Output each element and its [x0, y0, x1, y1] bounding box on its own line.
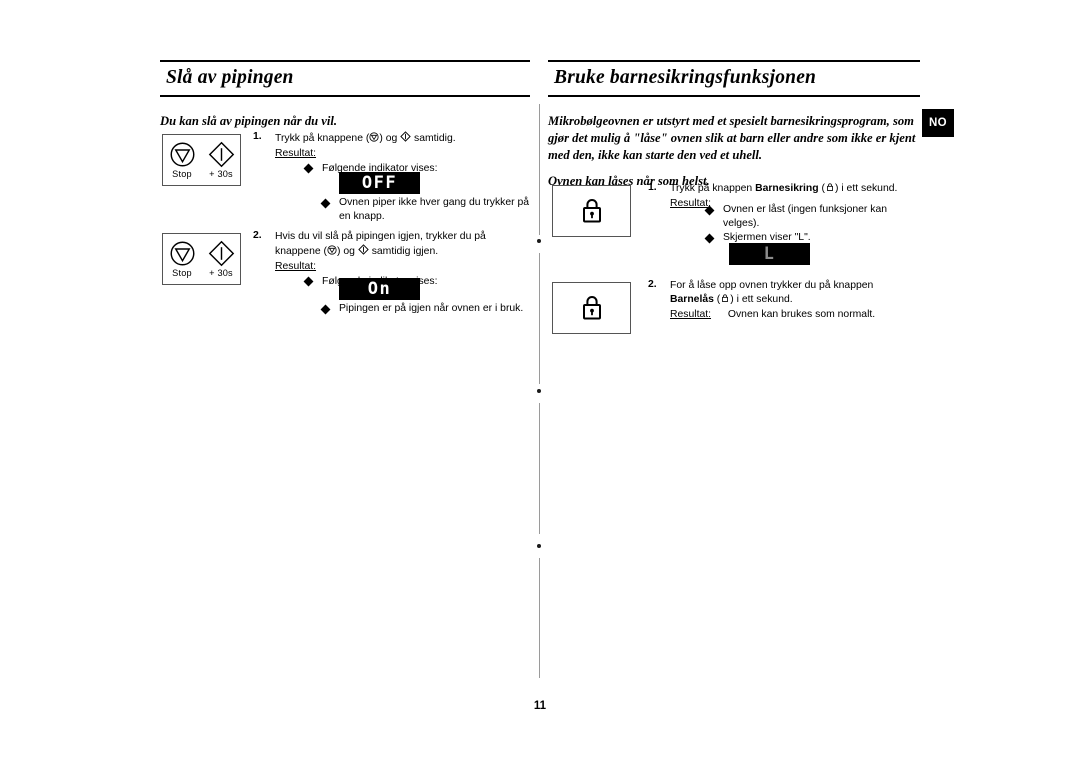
- plus30s-key-label: + 30s: [209, 169, 233, 179]
- left-step-1-text-c: samtidig.: [414, 133, 456, 144]
- left-step-1-text-b: ) og: [379, 133, 398, 144]
- left-step-1-number: 1.: [253, 131, 262, 142]
- diamond-bullet-icon: [303, 163, 314, 174]
- display-value: L: [763, 243, 776, 264]
- right-display-lock: L: [729, 243, 810, 265]
- right-step-2-line2: Barnelås () i ett sekund.: [670, 293, 928, 308]
- right-step-1-text-a: Trykk på knappen: [670, 183, 753, 194]
- stop-key-2: Stop: [169, 240, 196, 278]
- left-step-2-result-label: Resultat:: [275, 260, 317, 272]
- divider-segment: [539, 558, 540, 678]
- bullet-item: Pipingen er på igjen når ovnen er i bruk…: [320, 302, 542, 316]
- plus-30s-button-icon: [358, 244, 369, 260]
- right-step-2: 2. For å låse opp ovnen trykker du på kn…: [648, 279, 928, 322]
- left-step-2-text-c: samtidig igjen.: [371, 245, 439, 257]
- diamond-bullet-icon: [320, 304, 331, 314]
- left-step-2-line2: knappene ( ) og samtidig igjen.: [275, 244, 543, 260]
- bullet-text: Skjermen viser "L".: [723, 232, 811, 244]
- left-step-1: 1. Trykk på knappene ( ) og samtidig. Res…: [253, 131, 538, 177]
- left-section-heading: Slå av pipingen: [160, 60, 530, 98]
- bullet-text: Pipingen er på igjen når ovnen er i bruk…: [339, 303, 524, 314]
- right-heading-title: Bruke barnesikringsfunksjonen: [554, 67, 817, 88]
- padlock-icon: [582, 296, 601, 320]
- left-step-2-text-a: knappene (: [275, 245, 327, 257]
- plus-30s-button-icon: [208, 240, 234, 267]
- right-intro-paragraph: Mikrobølgeovnen er utstyrt med et spesie…: [548, 114, 916, 162]
- left-step-2-number: 2.: [253, 230, 262, 241]
- display-value: On: [367, 278, 392, 299]
- right-step-2-number: 2.: [648, 279, 657, 290]
- right-panel-padlock-2: [552, 282, 631, 334]
- right-step-2-result-line: Resultat: Ovnen kan brukes som normalt.: [670, 308, 928, 322]
- right-step-1-bullets: Ovnen er låst (ingen funksjoner kan velg…: [704, 203, 916, 246]
- right-step-1-number: 1.: [648, 182, 657, 193]
- right-step-2-line1: For å låse opp ovnen trykker du på knapp…: [670, 280, 874, 291]
- manual-page: Slå av pipingen Du kan slå av pipingen n…: [0, 0, 1080, 763]
- diamond-bullet-icon: [320, 198, 331, 208]
- stop-key-label: Stop: [172, 268, 192, 278]
- right-section-heading: Bruke barnesikringsfunksjonen: [548, 60, 920, 98]
- stop-key-label: Stop: [172, 169, 192, 179]
- bullet-item: Ovnen piper ikke hver gang du trykker på…: [320, 196, 538, 223]
- stop-button-icon: [369, 132, 379, 147]
- right-step-1-text-b: i ett sekund.: [841, 183, 898, 194]
- left-display-off: OFF: [339, 172, 420, 194]
- left-heading-title: Slå av pipingen: [166, 67, 294, 88]
- right-step-2-text-b: i ett sekund.: [736, 293, 793, 305]
- right-step-2-keyword: Barnelås: [670, 293, 714, 305]
- right-panel-padlock-1: [552, 185, 631, 237]
- left-column: Slå av pipingen Du kan slå av pipingen n…: [160, 60, 530, 142]
- stop-button-icon: [170, 142, 194, 167]
- page-number: 11: [533, 700, 547, 712]
- right-step-2-result-text: Ovnen kan brukes som normalt.: [727, 308, 876, 320]
- divider-segment: [539, 104, 540, 235]
- plus30s-key-2: + 30s: [208, 240, 235, 278]
- diamond-bullet-icon: [704, 205, 715, 215]
- left-step-1-result-label: Resultat:: [275, 147, 317, 159]
- plus30s-key-1: + 30s: [208, 141, 235, 179]
- plus-30s-button-icon: [400, 131, 411, 147]
- left-step-2-bullet-2: Pipingen er på igjen når ovnen er i bruk…: [320, 302, 542, 317]
- divider-dot: [537, 544, 541, 548]
- left-step-1-text-a: Trykk på knappene (: [275, 133, 370, 144]
- child-lock-icon: [825, 182, 835, 197]
- stop-key-1: Stop: [169, 141, 196, 179]
- divider-dot: [537, 239, 541, 243]
- diamond-bullet-icon: [704, 233, 715, 244]
- plus-30s-button-icon: [208, 141, 234, 168]
- display-value: OFF: [361, 172, 398, 193]
- left-panel-stop-plus30s-2: Stop + 30s: [162, 233, 241, 285]
- left-step-2-text-b: ) og: [337, 245, 355, 257]
- left-display-on: On: [339, 278, 420, 300]
- left-lead-text: Du kan slå av pipingen når du vil.: [160, 114, 338, 129]
- divider-segment: [539, 403, 540, 534]
- plus30s-key-label: + 30s: [209, 268, 233, 278]
- left-step-1-instruction: Trykk på knappene ( ) og samtidig.: [275, 131, 538, 147]
- language-badge: NO: [922, 109, 954, 137]
- left-panel-stop-plus30s-1: Stop + 30s: [162, 134, 241, 186]
- bullet-text: Ovnen piper ikke hver gang du trykker på…: [339, 197, 530, 222]
- divider-segment: [539, 253, 540, 384]
- left-step-1-bullet-2: Ovnen piper ikke hver gang du trykker på…: [320, 196, 538, 224]
- right-step-1-instruction: Trykk på knappen Barnesikring () i ett s…: [670, 182, 926, 197]
- bullet-item: Ovnen er låst (ingen funksjoner kan velg…: [704, 203, 916, 230]
- right-step-1-keyword: Barnesikring: [755, 183, 819, 194]
- diamond-bullet-icon: [303, 276, 314, 287]
- right-step-2-result-label: Resultat:: [670, 308, 712, 320]
- divider-dot: [537, 389, 541, 393]
- child-lock-icon: [720, 293, 730, 308]
- left-step-2-line1: Hvis du vil slå på pipingen igjen, trykk…: [275, 231, 486, 242]
- stop-button-icon: [170, 241, 194, 266]
- bullet-text: Ovnen er låst (ingen funksjoner kan velg…: [723, 204, 888, 229]
- padlock-icon: [582, 199, 601, 223]
- stop-button-icon: [327, 245, 337, 260]
